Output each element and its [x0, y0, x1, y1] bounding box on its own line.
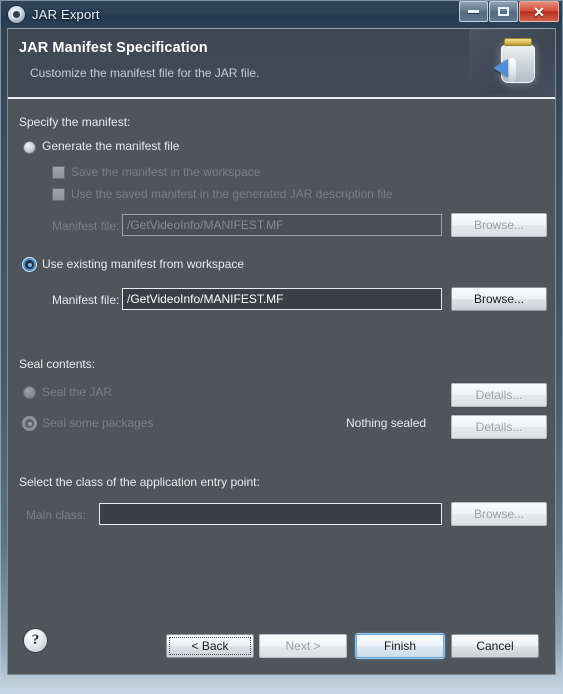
content-area: Specify the manifest: Generate the manif…	[8, 99, 555, 618]
generate-manifest-label[interactable]: Generate the manifest file	[42, 139, 179, 153]
manifest-browse-button[interactable]: Browse...	[451, 287, 547, 311]
dialog-body: JAR Manifest Specification Customize the…	[7, 28, 556, 675]
title-bar[interactable]: JAR Export ✕	[0, 0, 563, 28]
seal-packages-details-button: Details...	[451, 415, 547, 439]
main-class-input[interactable]	[99, 503, 442, 525]
use-existing-manifest-label[interactable]: Use existing manifest from workspace	[42, 257, 244, 271]
seal-packages-radio	[23, 417, 36, 430]
cancel-button[interactable]: Cancel	[451, 634, 539, 658]
page-title: JAR Manifest Specification	[19, 40, 208, 56]
use-saved-manifest-label: Use the saved manifest in the generated …	[71, 187, 393, 201]
main-class-browse-button: Browse...	[451, 502, 547, 526]
manifest-browse-button-disabled: Browse...	[451, 213, 547, 237]
seal-jar-details-button: Details...	[451, 383, 547, 407]
back-button[interactable]: < Back	[166, 634, 254, 658]
maximize-button[interactable]	[489, 1, 518, 22]
use-saved-manifest-checkbox	[52, 188, 65, 201]
next-button: Next >	[259, 634, 347, 658]
close-button[interactable]: ✕	[519, 1, 559, 22]
button-bar: ? < Back Next > Finish Cancel	[8, 618, 555, 676]
seal-contents-label: Seal contents:	[19, 357, 96, 371]
manifest-file-label: Manifest file:	[52, 293, 120, 307]
manifest-file-input-disabled: /GetVideoInfo/MANIFEST.MF	[122, 214, 442, 236]
seal-jar-radio	[23, 386, 36, 399]
minimize-button[interactable]	[459, 1, 488, 22]
finish-button[interactable]: Finish	[356, 634, 444, 658]
save-manifest-label: Save the manifest in the workspace	[71, 165, 261, 179]
close-icon: ✕	[533, 3, 545, 20]
minimize-icon	[468, 10, 479, 13]
main-class-label: Main class:	[26, 508, 87, 522]
seal-status-text: Nothing sealed	[346, 416, 427, 430]
gear-icon	[8, 5, 25, 23]
generate-manifest-radio[interactable]	[23, 141, 36, 154]
help-icon[interactable]: ?	[23, 628, 48, 653]
manifest-section-label: Specify the manifest:	[19, 115, 131, 129]
save-manifest-checkbox	[52, 166, 65, 179]
entry-point-label: Select the class of the application entr…	[19, 475, 260, 489]
page-subtitle: Customize the manifest file for the JAR …	[30, 66, 260, 80]
jar-export-window: JAR Export ✕ JAR Manifest Specification …	[0, 0, 563, 694]
window-controls: ✕	[458, 1, 559, 22]
export-arrow-icon	[493, 59, 508, 77]
seal-packages-label: Seal some packages	[42, 416, 154, 430]
manifest-file-label-disabled: Manifest file:	[52, 219, 120, 233]
maximize-icon	[498, 7, 509, 16]
jar-export-icon	[469, 29, 555, 95]
use-existing-manifest-radio[interactable]	[23, 258, 36, 271]
window-title: JAR Export	[32, 6, 100, 22]
seal-jar-label: Seal the JAR	[42, 385, 113, 399]
wizard-header: JAR Manifest Specification Customize the…	[8, 29, 555, 99]
manifest-file-input[interactable]: /GetVideoInfo/MANIFEST.MF	[122, 288, 442, 310]
